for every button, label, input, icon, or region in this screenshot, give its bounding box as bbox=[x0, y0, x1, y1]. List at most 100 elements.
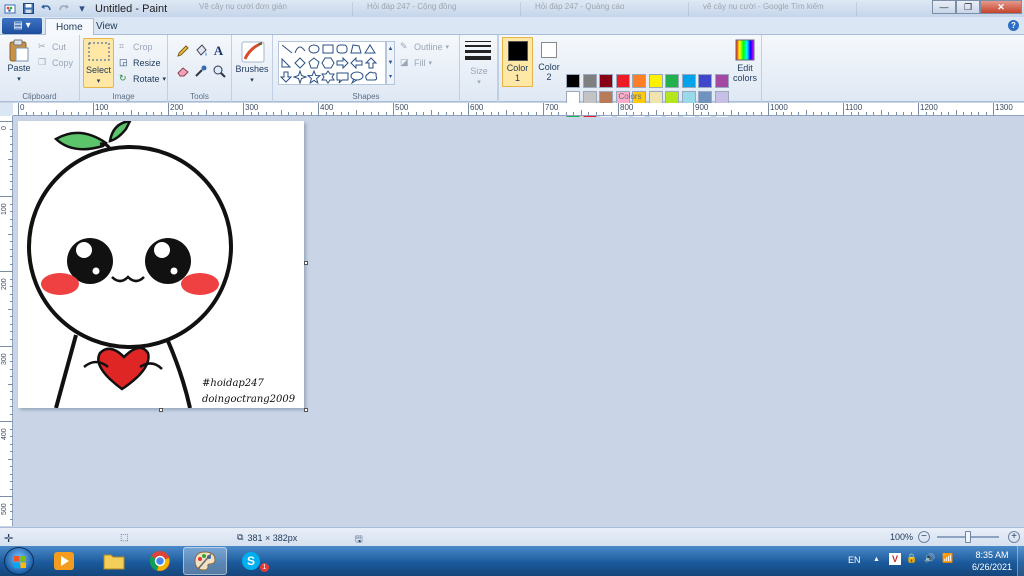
shapes-scroll[interactable]: ▲ ▼ ▾ bbox=[386, 41, 395, 85]
brushes-button[interactable]: Brushes ▾ bbox=[235, 40, 269, 84]
close-button[interactable]: ✕ bbox=[980, 0, 1022, 14]
paint-app-icon[interactable] bbox=[3, 2, 17, 16]
ruler-tick bbox=[10, 451, 13, 452]
color-picker-icon[interactable] bbox=[193, 63, 208, 78]
colors-group-label: Colors bbox=[618, 92, 642, 101]
zoom-level-text: 100% bbox=[890, 532, 914, 542]
ruler-tick bbox=[558, 112, 559, 115]
resize-handle-corner[interactable] bbox=[304, 408, 308, 412]
ruler-tick bbox=[10, 488, 13, 490]
ruler-tick bbox=[10, 286, 13, 287]
antivirus-tray-icon[interactable]: V bbox=[889, 553, 901, 565]
colors-group: Colors bbox=[498, 35, 762, 102]
right-eye bbox=[145, 238, 191, 284]
fill-button[interactable]: ◪ Fill ▾ bbox=[400, 57, 432, 68]
ruler-label: 0 bbox=[20, 103, 25, 112]
outline-button[interactable]: ✎ Outline ▾ bbox=[400, 41, 449, 52]
resize-handle-right[interactable] bbox=[304, 261, 308, 265]
ruler-tick bbox=[550, 112, 552, 115]
tab-view[interactable]: View bbox=[86, 18, 128, 36]
crosshair-icon: ✛ bbox=[4, 533, 14, 545]
help-icon[interactable]: ? bbox=[1008, 20, 1019, 31]
selection-icon bbox=[87, 41, 111, 63]
ruler-tick bbox=[10, 376, 13, 377]
ruler-tick bbox=[250, 112, 252, 115]
ruler-tick bbox=[588, 112, 589, 115]
media-player-taskbar-button[interactable] bbox=[42, 547, 86, 575]
customize-qat-icon[interactable]: ▾ bbox=[75, 2, 89, 16]
ruler-tick bbox=[385, 112, 387, 115]
size-lines-icon[interactable] bbox=[465, 41, 491, 60]
ruler-tick bbox=[828, 112, 829, 115]
triangle-shape-icon bbox=[364, 44, 376, 54]
fill-label: Fill bbox=[414, 57, 426, 68]
ruler-tick bbox=[40, 112, 42, 115]
restore-button[interactable]: ❐ bbox=[956, 0, 980, 14]
ruler-label: 300 bbox=[1, 353, 8, 365]
file-menu-button[interactable]: ▤ ▾ bbox=[2, 18, 42, 34]
ruler-tick bbox=[10, 316, 13, 317]
workspace[interactable]: #hoidap247 doingoctrang2009 bbox=[14, 117, 1024, 526]
ruler-tick bbox=[580, 110, 582, 115]
image-group-label: Image bbox=[112, 92, 135, 101]
resize-handle-bottom[interactable] bbox=[159, 408, 163, 412]
skype-taskbar-button[interactable]: S 1 bbox=[230, 547, 274, 575]
ruler-tick bbox=[10, 398, 13, 400]
paint-taskbar-button[interactable] bbox=[183, 547, 227, 575]
ruler-tick bbox=[198, 112, 199, 115]
rectangle-shape-icon bbox=[322, 44, 334, 54]
ruler-tick bbox=[528, 112, 529, 115]
ruler-tick bbox=[880, 110, 882, 115]
rotate-button[interactable]: ↻ Rotate ▾ bbox=[119, 73, 166, 84]
text-tool-icon[interactable]: A bbox=[211, 43, 226, 58]
show-hidden-icons-button[interactable]: ▲ bbox=[873, 556, 880, 563]
zoom-out-button[interactable]: − bbox=[918, 531, 930, 543]
ruler-tick bbox=[400, 112, 402, 115]
select-button[interactable]: Select ▾ bbox=[83, 38, 114, 88]
brush-icon bbox=[240, 40, 265, 63]
zoom-in-button[interactable]: + bbox=[1008, 531, 1020, 543]
resize-icon: ◲ bbox=[119, 57, 128, 67]
pencil-icon[interactable] bbox=[175, 43, 190, 58]
language-indicator[interactable]: EN bbox=[848, 555, 861, 565]
shapes-gallery[interactable] bbox=[278, 41, 386, 85]
copy-button[interactable]: ❐ Copy bbox=[38, 57, 73, 68]
show-desktop-button[interactable] bbox=[1017, 546, 1024, 576]
clock[interactable]: 8:35 AM 6/26/2021 bbox=[972, 549, 1012, 573]
chrome-taskbar-button[interactable] bbox=[138, 547, 182, 575]
resize-button[interactable]: ◲ Resize bbox=[119, 57, 161, 68]
volume-icon[interactable]: 🔊 bbox=[924, 553, 935, 564]
folder-icon bbox=[103, 554, 125, 570]
ruler-label: 1000 bbox=[770, 103, 788, 112]
quick-access-toolbar: ▾ bbox=[0, 0, 89, 17]
cut-button[interactable]: ✂ Cut bbox=[38, 41, 66, 52]
ruler-tick bbox=[10, 301, 13, 302]
redo-icon[interactable] bbox=[57, 2, 71, 16]
tools-group: A Tools bbox=[168, 35, 232, 102]
tools-group-label: Tools bbox=[190, 92, 209, 101]
ruler-tick bbox=[190, 112, 192, 115]
start-button[interactable] bbox=[4, 547, 34, 575]
security-tray-icon[interactable]: 🔒 bbox=[906, 553, 917, 564]
crop-button[interactable]: ⌗ Crop bbox=[119, 41, 153, 52]
ruler-tick bbox=[895, 112, 897, 115]
eraser-icon[interactable] bbox=[175, 63, 190, 78]
windows-logo-icon bbox=[14, 556, 26, 568]
ruler-tick bbox=[10, 353, 13, 355]
magnifier-icon[interactable] bbox=[211, 63, 226, 78]
minimize-button[interactable]: — bbox=[932, 0, 956, 14]
down-arrow-shape-icon bbox=[279, 71, 293, 83]
size-button[interactable]: Size ▾ bbox=[463, 66, 495, 86]
save-icon[interactable] bbox=[21, 2, 35, 16]
zoom-slider-thumb[interactable] bbox=[965, 531, 971, 543]
explorer-taskbar-button[interactable] bbox=[92, 547, 136, 575]
network-icon[interactable]: 📶 bbox=[942, 553, 953, 564]
drawing-canvas[interactable]: #hoidap247 doingoctrang2009 bbox=[18, 121, 304, 408]
rounded-rectangle-shape-icon bbox=[336, 44, 348, 54]
fill-bucket-icon[interactable] bbox=[193, 43, 208, 58]
ruler-tick bbox=[0, 196, 13, 197]
clock-date: 6/26/2021 bbox=[971, 562, 1012, 572]
outline-label: Outline bbox=[414, 41, 443, 52]
paste-button[interactable]: Paste ▾ bbox=[4, 39, 34, 83]
undo-icon[interactable] bbox=[39, 2, 53, 16]
